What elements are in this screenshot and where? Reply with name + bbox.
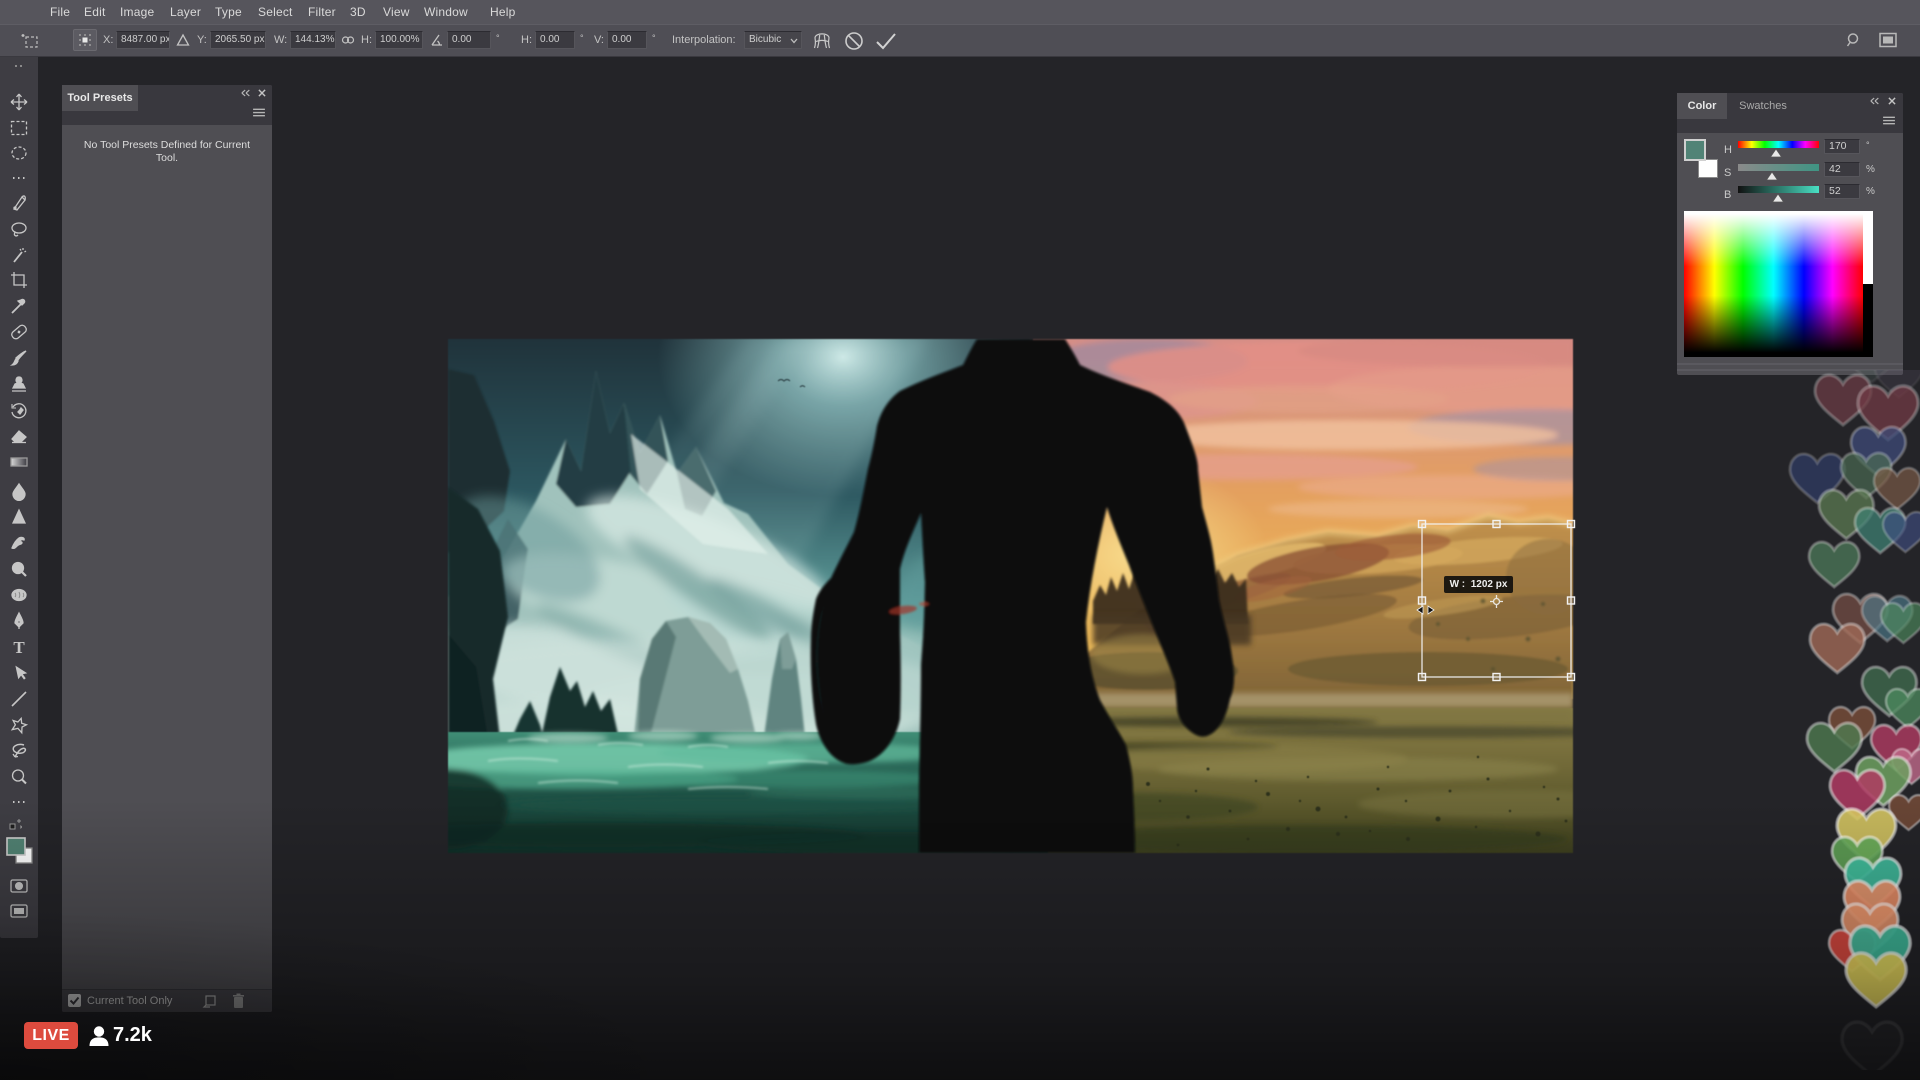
svg-text:T: T: [13, 638, 25, 657]
